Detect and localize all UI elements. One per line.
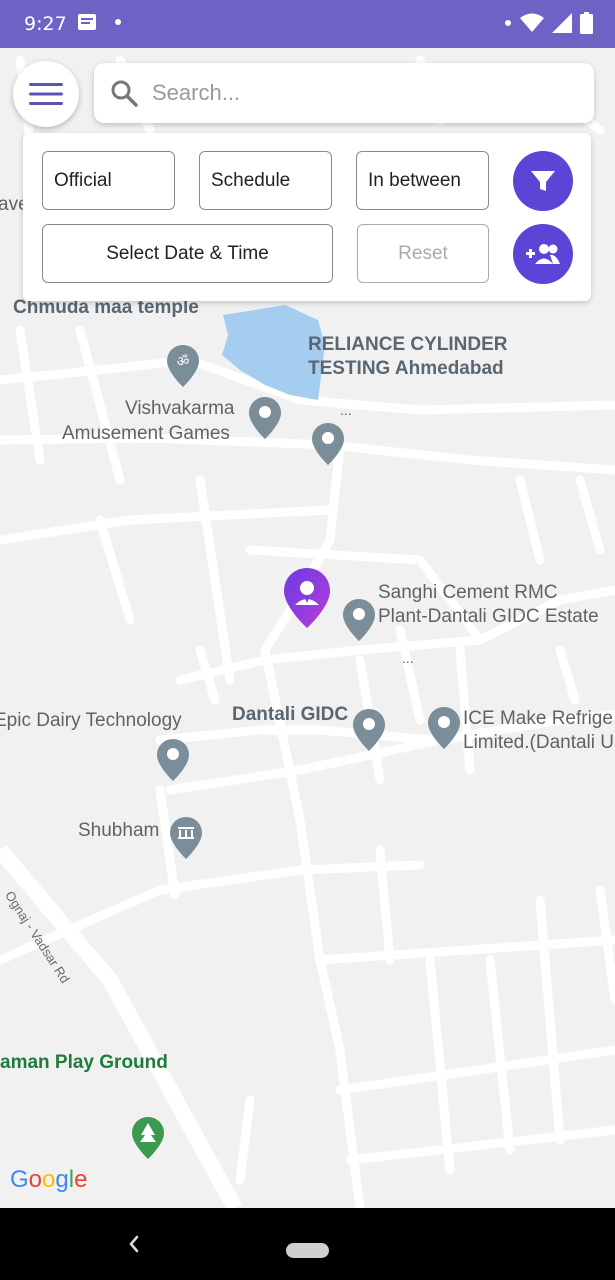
map-label-dantali-gidc: Dantali GIDC	[232, 704, 349, 725]
signal-icon	[552, 13, 572, 33]
reset-label: Reset	[398, 242, 448, 264]
park-pin-icon[interactable]	[131, 1116, 165, 1160]
dantali-pin-icon[interactable]	[352, 708, 386, 752]
home-pill-icon[interactable]	[286, 1243, 329, 1258]
google-logo: Google	[10, 1166, 88, 1193]
map-label-play-ground: aman Play Ground	[0, 1052, 168, 1073]
add-group-icon	[526, 244, 560, 264]
reset-button[interactable]: Reset	[357, 224, 489, 283]
epic-dairy-pin-icon[interactable]	[156, 738, 190, 782]
map-label-epic-dairy: Epic Dairy Technology	[0, 710, 182, 731]
temple-pin-icon[interactable]: ॐ	[166, 344, 200, 388]
in-between-filter-label: In between	[368, 169, 461, 191]
menu-button[interactable]	[13, 61, 79, 127]
official-filter-label: Official	[54, 169, 112, 191]
map-label-sanghi-more: ...	[402, 650, 414, 666]
ice-make-pin-icon[interactable]	[427, 706, 461, 750]
map-label-vishvakarma-line2: Amusement Games	[62, 423, 230, 444]
user-location-pin-icon[interactable]	[282, 567, 332, 629]
status-time: 9:27	[24, 13, 67, 35]
filter-panel: Official Schedule In between Select Date…	[23, 133, 591, 301]
in-between-filter-chip[interactable]: In between	[356, 151, 489, 210]
back-icon[interactable]	[123, 1230, 143, 1258]
shubham-pin-icon[interactable]	[169, 816, 203, 860]
select-date-time-label: Select Date & Time	[106, 242, 269, 264]
dot-icon	[505, 20, 511, 26]
official-filter-chip[interactable]: Official	[42, 151, 175, 210]
schedule-filter-label: Schedule	[211, 169, 291, 191]
dot-icon	[115, 19, 121, 25]
search-input[interactable]	[152, 80, 552, 106]
schedule-filter-chip[interactable]: Schedule	[199, 151, 332, 210]
map-label-ice-make-line1: ICE Make Refrige	[463, 708, 613, 729]
map-label-ice-make-line2: Limited.(Dantali U	[463, 732, 614, 753]
map-label-shubham: Shubham	[78, 820, 160, 841]
map-label-vishvakarma-line1: Vishvakarma	[125, 398, 235, 419]
map-label-reliance-line1: RELIANCE CYLINDER	[308, 334, 508, 355]
navigation-bar	[0, 1208, 615, 1280]
notes-icon	[78, 14, 96, 30]
add-group-button[interactable]	[513, 224, 573, 284]
map-label-reliance-line2: TESTING Ahmedabad	[308, 358, 504, 379]
filter-funnel-icon	[531, 171, 555, 191]
wifi-icon	[520, 13, 544, 32]
svg-text:ॐ: ॐ	[177, 354, 190, 370]
filter-button[interactable]	[513, 151, 573, 211]
search-bar[interactable]	[94, 63, 594, 123]
search-icon	[111, 80, 138, 107]
sanghi-pin-icon[interactable]	[342, 598, 376, 642]
hamburger-menu-icon	[29, 83, 63, 105]
map-label-sanghi-line1: Sanghi Cement RMC	[378, 582, 558, 603]
select-date-time-button[interactable]: Select Date & Time	[42, 224, 333, 283]
reliance-pin-icon[interactable]	[311, 422, 345, 466]
map-label-reliance-more: ...	[340, 402, 352, 418]
status-bar: 9:27	[0, 0, 615, 48]
map-label-sanghi-line2: Plant-Dantali GIDC Estate	[378, 606, 599, 627]
vishvakarma-pin-icon[interactable]	[248, 396, 282, 440]
battery-icon	[580, 12, 593, 34]
